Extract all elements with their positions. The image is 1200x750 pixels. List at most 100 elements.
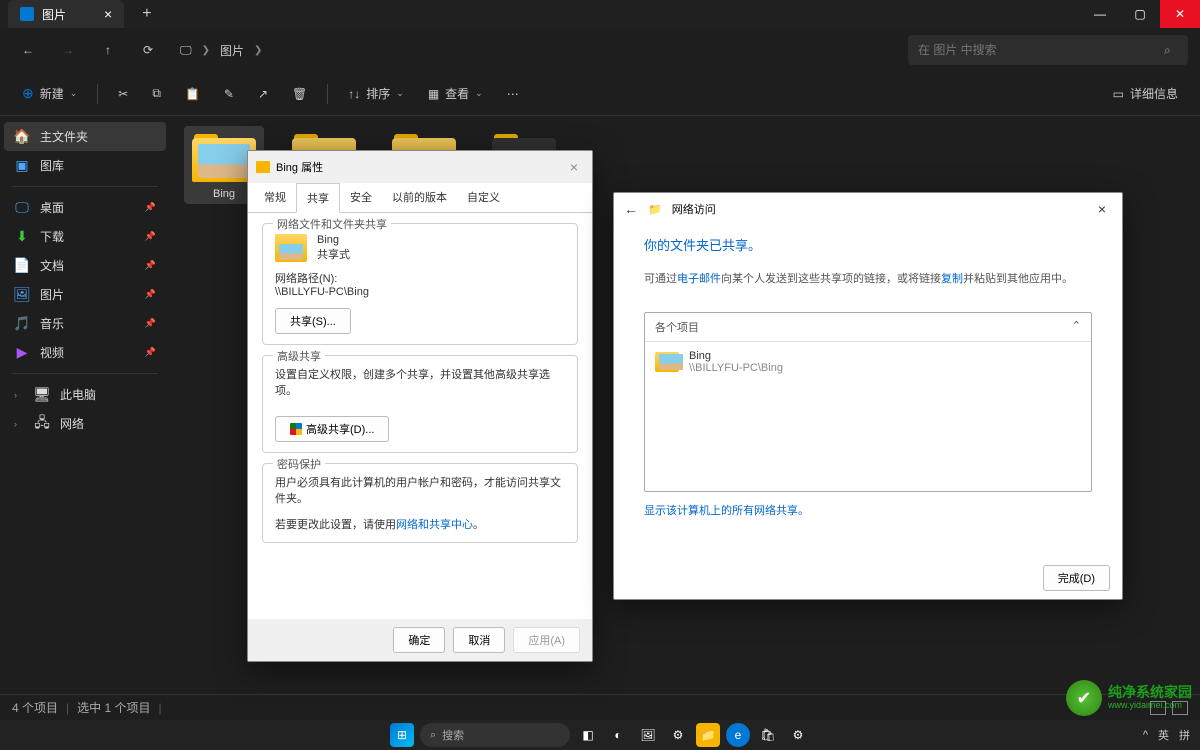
search-box[interactable]: ⌕ (908, 35, 1188, 65)
tab-customize[interactable]: 自定义 (457, 183, 510, 212)
sort-button[interactable]: ↑↓排序⌄ (338, 78, 414, 110)
show-all-shares-link[interactable]: 显示该计算机上的所有网络共享。 (644, 505, 809, 517)
more-icon: ⋯ (507, 87, 519, 101)
properties-dialog: Bing 属性 × 常规 共享 安全 以前的版本 自定义 网络文件和文件夹共享 … (247, 150, 593, 662)
separator: | (158, 701, 161, 715)
toolbar: ⊕新建⌄ ✂ ⧉ 📋 ✎ ↗ 🗑 ↑↓排序⌄ ▦查看⌄ ⋯ ▭详细信息 (0, 72, 1200, 116)
task-view-button[interactable]: ◧ (576, 723, 600, 747)
share-button[interactable]: ↗ (248, 78, 278, 110)
sidebar-item-gallery[interactable]: ▣图库 (4, 151, 166, 180)
taskbar-search[interactable]: ⌕搜索 (420, 723, 570, 747)
language-indicator[interactable]: 英 (1158, 727, 1169, 743)
paste-button[interactable]: 📋 (175, 78, 210, 110)
back-button[interactable]: ← (12, 34, 44, 66)
tray-chevron-icon[interactable]: ^ (1143, 729, 1148, 741)
dialog-close-button[interactable]: × (1092, 199, 1112, 219)
store-icon[interactable]: 🛍 (756, 723, 780, 747)
delete-button[interactable]: 🗑 (282, 78, 317, 110)
widgets-button[interactable]: ◐ (606, 723, 630, 747)
new-button[interactable]: ⊕新建⌄ (12, 78, 87, 110)
item-count: 4 个项目 (12, 699, 58, 716)
forward-button[interactable]: → (52, 34, 84, 66)
tab-close-icon[interactable]: × (104, 6, 112, 22)
sidebar-item-downloads[interactable]: ⬇下载📌 (4, 222, 166, 251)
chevron-down-icon: ⌄ (475, 88, 483, 99)
separator: | (66, 701, 69, 715)
breadcrumb-item[interactable]: 图片 (220, 42, 244, 59)
system-tray[interactable]: ^ 英 拼 (1143, 727, 1190, 743)
dialog-body: 网络文件和文件夹共享 Bing 共享式 网络路径(N): \\BILLYFU-P… (248, 213, 592, 619)
advanced-description: 设置自定义权限，创建多个共享，并设置其他高级共享选项。 (275, 366, 565, 398)
tab-general[interactable]: 常规 (254, 183, 296, 212)
items-header[interactable]: 各个项目 ⌃ (645, 313, 1091, 342)
close-button[interactable]: ✕ (1160, 0, 1200, 28)
selected-count: 选中 1 个项目 (77, 699, 150, 716)
share-button[interactable]: 共享(S)... (275, 308, 351, 334)
shared-item-name: Bing (689, 350, 783, 362)
app-icon[interactable]: ⚙ (666, 723, 690, 747)
window-tab[interactable]: 图片 × (8, 0, 124, 28)
tab-previous-versions[interactable]: 以前的版本 (382, 183, 457, 212)
sidebar-item-pictures[interactable]: 🖼图片📌 (4, 280, 166, 309)
watermark-logo: ✔ (1066, 680, 1102, 716)
video-icon: ▶ (14, 345, 30, 361)
refresh-button[interactable]: ⟳ (132, 34, 164, 66)
network-icon: 🖧 (34, 416, 50, 432)
minimize-button[interactable]: — (1080, 0, 1120, 28)
sidebar-item-videos[interactable]: ▶视频📌 (4, 338, 166, 367)
network-access-dialog: ← 📁 网络访问 × 你的文件夹已共享。 可通过电子邮件向某个人发送到这些共享项… (613, 192, 1123, 600)
taskbar: ⊞ ⌕搜索 ◧ ◐ 🖼 ⚙ 📁 e 🛍 ⚙ ^ 英 拼 (0, 720, 1200, 750)
separator (12, 186, 158, 187)
up-button[interactable]: ↑ (92, 34, 124, 66)
back-button[interactable]: ← (624, 201, 638, 217)
sidebar-item-network[interactable]: ›🖧网络 (4, 409, 166, 438)
copy-link[interactable]: 复制 (941, 273, 963, 285)
edge-icon[interactable]: e (726, 723, 750, 747)
ok-button[interactable]: 确定 (393, 627, 445, 653)
sidebar-item-music[interactable]: 🎵音乐📌 (4, 309, 166, 338)
watermark: ✔ 纯净系统家园 www.yidaimei.com (1066, 680, 1192, 716)
tab-share[interactable]: 共享 (296, 183, 340, 213)
music-icon: 🎵 (14, 316, 30, 332)
network-center-link[interactable]: 网络和共享中心 (396, 519, 473, 531)
sidebar-item-home[interactable]: 🏠主文件夹 (4, 122, 166, 151)
view-button[interactable]: ▦查看⌄ (418, 78, 493, 110)
dialog-close-button[interactable]: × (564, 157, 584, 177)
sidebar-item-desktop[interactable]: 🖵桌面📌 (4, 193, 166, 222)
trash-icon: 🗑 (292, 87, 307, 101)
done-button[interactable]: 完成(D) (1043, 565, 1110, 591)
copy-icon: ⧉ (152, 86, 161, 101)
settings-icon[interactable]: ⚙ (786, 723, 810, 747)
search-input[interactable] (918, 43, 1156, 57)
new-tab-button[interactable]: + (142, 5, 151, 23)
cancel-button[interactable]: 取消 (453, 627, 505, 653)
breadcrumb[interactable]: 🖵 ❯ 图片 ❯ (180, 42, 262, 59)
explorer-icon[interactable]: 📁 (696, 723, 720, 747)
sidebar-item-thispc[interactable]: ›🖥此电脑 (4, 380, 166, 409)
search-icon: ⌕ (430, 729, 436, 742)
app-icon[interactable]: 🖼 (636, 723, 660, 747)
tab-security[interactable]: 安全 (340, 183, 382, 212)
email-link[interactable]: 电子邮件 (677, 273, 721, 285)
details-icon: ▭ (1113, 87, 1124, 101)
sidebar-item-documents[interactable]: 📄文档📌 (4, 251, 166, 280)
chevron-up-icon[interactable]: ⌃ (1072, 319, 1081, 335)
maximize-button[interactable]: ▢ (1120, 0, 1160, 28)
shared-item-row[interactable]: Bing \\BILLYFU-PC\Bing (645, 342, 1091, 382)
shared-item-path: \\BILLYFU-PC\Bing (689, 362, 783, 374)
monitor-icon: 🖵 (180, 43, 192, 58)
details-pane-button[interactable]: ▭详细信息 (1103, 85, 1188, 102)
advanced-share-button[interactable]: 高级共享(D)... (275, 416, 389, 442)
apply-button[interactable]: 应用(A) (513, 627, 580, 653)
advanced-sharing-group: 高级共享 设置自定义权限，创建多个共享，并设置其他高级共享选项。 高级共享(D)… (262, 355, 578, 453)
search-icon[interactable]: ⌕ (1164, 43, 1178, 57)
rename-button[interactable]: ✎ (214, 78, 244, 110)
ime-indicator[interactable]: 拼 (1179, 727, 1190, 743)
separator (97, 84, 98, 104)
cut-button[interactable]: ✂ (108, 78, 138, 110)
view-icon: ▦ (428, 87, 439, 101)
dialog-titlebar[interactable]: Bing 属性 × (248, 151, 592, 183)
more-button[interactable]: ⋯ (497, 78, 529, 110)
copy-button[interactable]: ⧉ (142, 78, 171, 110)
start-button[interactable]: ⊞ (390, 723, 414, 747)
